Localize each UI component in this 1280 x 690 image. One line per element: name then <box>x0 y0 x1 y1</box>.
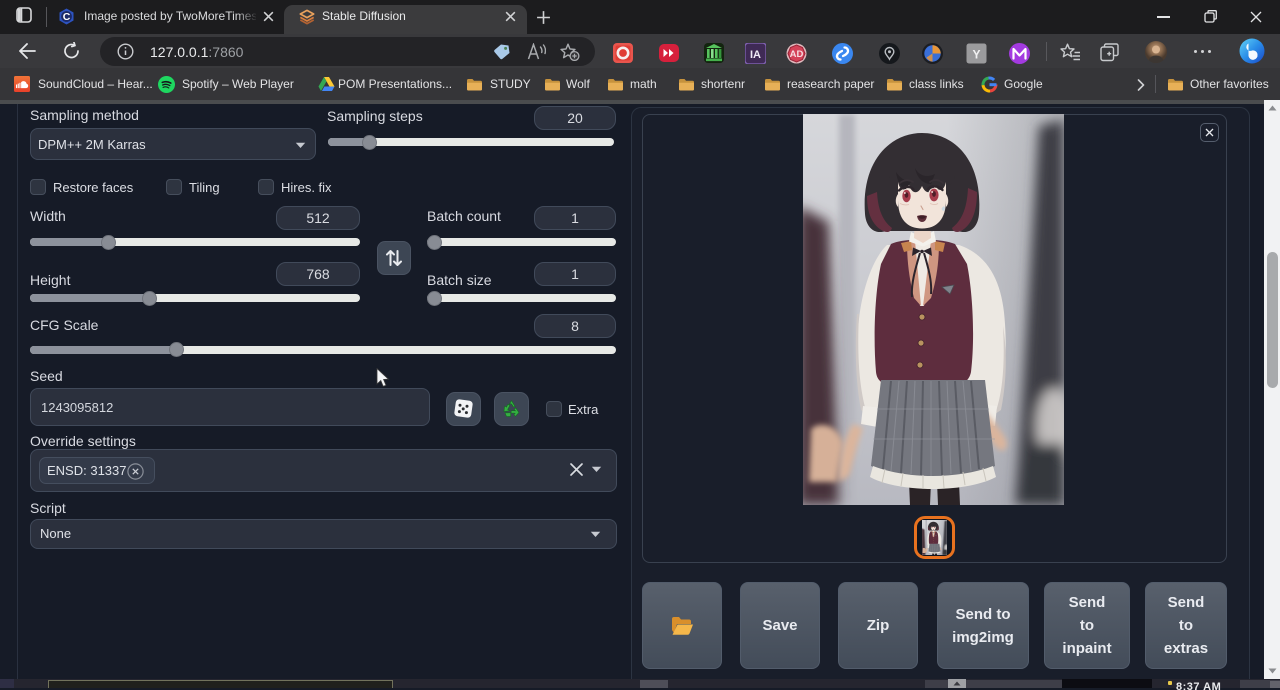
svg-text:C: C <box>63 11 71 23</box>
svg-text:Y: Y <box>972 47 980 61</box>
svg-text:IA: IA <box>750 49 761 61</box>
svg-text:AD: AD <box>790 49 804 60</box>
